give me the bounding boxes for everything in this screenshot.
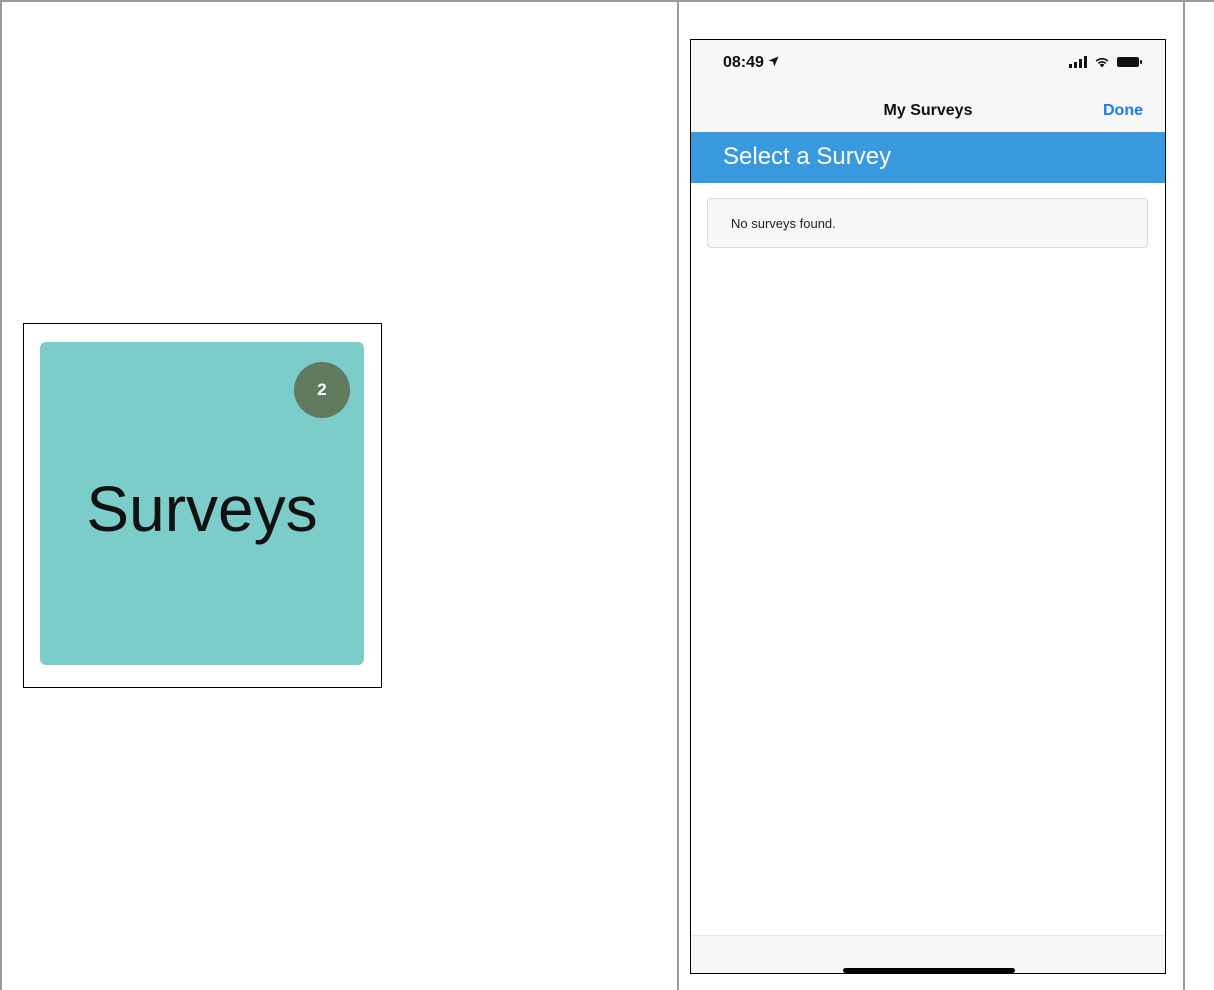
navigation-bar: My Surveys Done bbox=[691, 90, 1165, 132]
status-bar: 08:49 bbox=[691, 40, 1165, 90]
empty-state-message: No surveys found. bbox=[731, 216, 836, 231]
surveys-tile[interactable]: 2 Surveys bbox=[40, 342, 364, 665]
status-icons bbox=[1069, 56, 1142, 68]
empty-state-notice: No surveys found. bbox=[707, 198, 1148, 248]
table-border-left bbox=[0, 0, 2, 990]
done-button[interactable]: Done bbox=[1103, 102, 1143, 120]
battery-icon bbox=[1117, 57, 1142, 67]
wifi-icon bbox=[1095, 58, 1109, 68]
surveys-tile-screenshot: 2 Surveys bbox=[23, 323, 382, 688]
status-time: 08:49 bbox=[723, 54, 764, 71]
surveys-count-badge: 2 bbox=[294, 362, 350, 418]
surveys-tile-label: Surveys bbox=[86, 473, 318, 545]
bottom-bar bbox=[691, 935, 1165, 973]
home-indicator[interactable] bbox=[843, 968, 1015, 973]
select-survey-header: Select a Survey bbox=[691, 132, 1165, 183]
phone-screenshot: 08:49 My Surveys Done Select a Survey No… bbox=[690, 39, 1166, 974]
cellular-signal-icon bbox=[1069, 56, 1087, 68]
table-column-divider bbox=[677, 0, 679, 990]
location-arrow-icon bbox=[768, 56, 779, 70]
table-border-right bbox=[1183, 0, 1185, 990]
table-border-top bbox=[0, 0, 1214, 2]
nav-title: My Surveys bbox=[883, 102, 973, 119]
select-survey-title: Select a Survey bbox=[723, 143, 892, 170]
status-time-group: 08:49 bbox=[723, 54, 779, 72]
